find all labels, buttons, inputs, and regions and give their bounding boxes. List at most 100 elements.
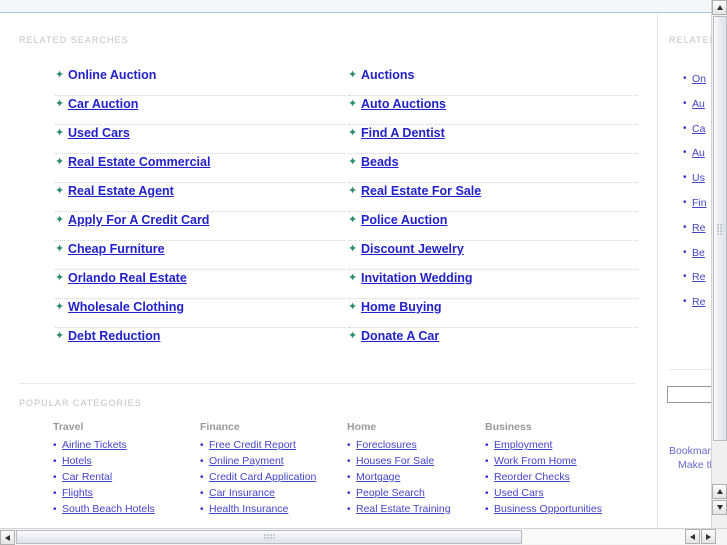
- category-list-item[interactable]: • Online Payment: [200, 454, 360, 470]
- category-list-item[interactable]: • Real Estate Training: [347, 502, 507, 518]
- related-search-row[interactable]: ✦ Real Estate Commercial: [55, 154, 345, 183]
- related-search-link[interactable]: Find A Dentist: [361, 126, 445, 141]
- category-link[interactable]: South Beach Hotels: [62, 502, 155, 516]
- side-panel-link[interactable]: Au: [692, 97, 705, 111]
- side-panel-item[interactable]: • Au: [683, 97, 711, 122]
- scroll-up-button-bottom[interactable]: [712, 484, 727, 499]
- category-link[interactable]: Reorder Checks: [494, 470, 570, 484]
- related-search-row[interactable]: ✦ Donate A Car: [348, 328, 638, 357]
- side-panel-link[interactable]: Re: [692, 270, 705, 284]
- related-search-link[interactable]: Donate A Car: [361, 329, 439, 344]
- category-list-item[interactable]: • Business Opportunities: [485, 502, 645, 518]
- category-list-item[interactable]: • Health Insurance: [200, 502, 360, 518]
- category-list-item[interactable]: • Foreclosures: [347, 438, 507, 454]
- related-search-row[interactable]: ✦ Apply For A Credit Card: [55, 212, 345, 241]
- related-search-link[interactable]: Wholesale Clothing: [68, 300, 184, 315]
- related-search-link[interactable]: Auto Auctions: [361, 97, 446, 112]
- related-search-link[interactable]: Orlando Real Estate: [68, 271, 187, 286]
- related-search-row[interactable]: ✦ Police Auction: [348, 212, 638, 241]
- outer-scroll-right-button[interactable]: [701, 529, 716, 544]
- category-link[interactable]: Houses For Sale: [356, 454, 434, 468]
- category-link[interactable]: Business Opportunities: [494, 502, 602, 516]
- category-list-item[interactable]: • Reorder Checks: [485, 470, 645, 486]
- side-panel-item[interactable]: • Us: [683, 171, 711, 196]
- category-link[interactable]: Flights: [62, 486, 93, 500]
- related-search-row[interactable]: ✦ Cheap Furniture: [55, 241, 345, 270]
- horizontal-scroll-track[interactable]: [523, 530, 685, 544]
- side-panel-item[interactable]: • Fin: [683, 196, 711, 221]
- related-search-link[interactable]: Invitation Wedding: [361, 271, 473, 286]
- category-link[interactable]: Airline Tickets: [62, 438, 127, 452]
- side-panel-link[interactable]: Us: [692, 171, 705, 185]
- category-link[interactable]: Free Credit Report: [209, 438, 296, 452]
- related-search-row[interactable]: ✦ Online Auction: [55, 67, 345, 96]
- category-link[interactable]: Employment: [494, 438, 552, 452]
- category-list-item[interactable]: • Used Cars: [485, 486, 645, 502]
- related-search-link[interactable]: Online Auction: [68, 68, 156, 83]
- category-link[interactable]: Credit Card Application: [209, 470, 316, 484]
- scroll-down-button[interactable]: [712, 500, 727, 515]
- related-search-row[interactable]: ✦ Beads: [348, 154, 638, 183]
- category-link[interactable]: Car Rental: [62, 470, 112, 484]
- related-search-link[interactable]: Real Estate Commercial: [68, 155, 210, 170]
- horizontal-scrollbar-thumb[interactable]: [16, 530, 522, 544]
- side-panel-link[interactable]: Au: [692, 146, 705, 160]
- related-search-link[interactable]: Discount Jewelry: [361, 242, 464, 257]
- related-search-link[interactable]: Beads: [361, 155, 399, 170]
- side-panel-link[interactable]: Re: [692, 295, 705, 309]
- bookmark-link[interactable]: Bookmark: [669, 444, 711, 458]
- category-list-item[interactable]: • Free Credit Report: [200, 438, 360, 454]
- related-search-link[interactable]: Police Auction: [361, 213, 447, 228]
- related-search-link[interactable]: Real Estate Agent: [68, 184, 174, 199]
- side-panel-link[interactable]: On: [692, 72, 706, 86]
- related-search-link[interactable]: Apply For A Credit Card: [68, 213, 209, 228]
- horizontal-scrollbar[interactable]: [0, 528, 685, 545]
- related-search-row[interactable]: ✦ Invitation Wedding: [348, 270, 638, 299]
- category-list-item[interactable]: • Work From Home: [485, 454, 645, 470]
- category-list-item[interactable]: • Car Rental: [53, 470, 213, 486]
- category-link[interactable]: Car Insurance: [209, 486, 275, 500]
- category-link[interactable]: Mortgage: [356, 470, 400, 484]
- side-panel-link[interactable]: Ca: [692, 122, 705, 136]
- related-search-link[interactable]: Cheap Furniture: [68, 242, 165, 257]
- category-link[interactable]: Hotels: [62, 454, 92, 468]
- side-panel-item[interactable]: • On: [683, 72, 711, 97]
- side-panel-item[interactable]: • Re: [683, 295, 711, 320]
- related-search-row[interactable]: ✦ Auctions: [348, 67, 638, 96]
- outer-scroll-left-button[interactable]: [685, 529, 700, 544]
- scroll-left-button[interactable]: [0, 530, 15, 545]
- side-panel-item[interactable]: • Ca: [683, 122, 711, 147]
- related-search-link[interactable]: Used Cars: [68, 126, 130, 141]
- related-search-row[interactable]: ✦ Real Estate Agent: [55, 183, 345, 212]
- side-panel-link[interactable]: Be: [692, 246, 705, 260]
- related-search-row[interactable]: ✦ Car Auction: [55, 96, 345, 125]
- category-list-item[interactable]: • People Search: [347, 486, 507, 502]
- related-search-link[interactable]: Debt Reduction: [68, 329, 160, 344]
- side-panel-link[interactable]: Fin: [692, 196, 707, 210]
- side-panel-item[interactable]: • Re: [683, 270, 711, 295]
- category-list-item[interactable]: • Credit Card Application: [200, 470, 360, 486]
- related-search-row[interactable]: ✦ Orlando Real Estate: [55, 270, 345, 299]
- category-list-item[interactable]: • Houses For Sale: [347, 454, 507, 470]
- related-search-row[interactable]: ✦ Home Buying: [348, 299, 638, 328]
- category-list-item[interactable]: • Mortgage: [347, 470, 507, 486]
- vertical-scrollbar-thumb[interactable]: [713, 16, 727, 441]
- category-link[interactable]: Used Cars: [494, 486, 544, 500]
- category-link[interactable]: People Search: [356, 486, 425, 500]
- category-list-item[interactable]: • Flights: [53, 486, 213, 502]
- category-link[interactable]: Real Estate Training: [356, 502, 451, 516]
- category-list-item[interactable]: • Employment: [485, 438, 645, 454]
- vertical-scrollbar[interactable]: [711, 0, 727, 529]
- category-link[interactable]: Work From Home: [494, 454, 577, 468]
- side-panel-item[interactable]: • Au: [683, 146, 711, 171]
- related-search-row[interactable]: ✦ Wholesale Clothing: [55, 299, 345, 328]
- category-list-item[interactable]: • Hotels: [53, 454, 213, 470]
- related-search-row[interactable]: ✦ Used Cars: [55, 125, 345, 154]
- related-search-link[interactable]: Real Estate For Sale: [361, 184, 481, 199]
- side-panel-link[interactable]: Re: [692, 221, 705, 235]
- related-search-row[interactable]: ✦ Debt Reduction: [55, 328, 345, 357]
- scroll-up-button[interactable]: [712, 0, 727, 15]
- related-search-link[interactable]: Car Auction: [68, 97, 138, 112]
- related-search-link[interactable]: Auctions: [361, 68, 414, 83]
- related-search-row[interactable]: ✦ Real Estate For Sale: [348, 183, 638, 212]
